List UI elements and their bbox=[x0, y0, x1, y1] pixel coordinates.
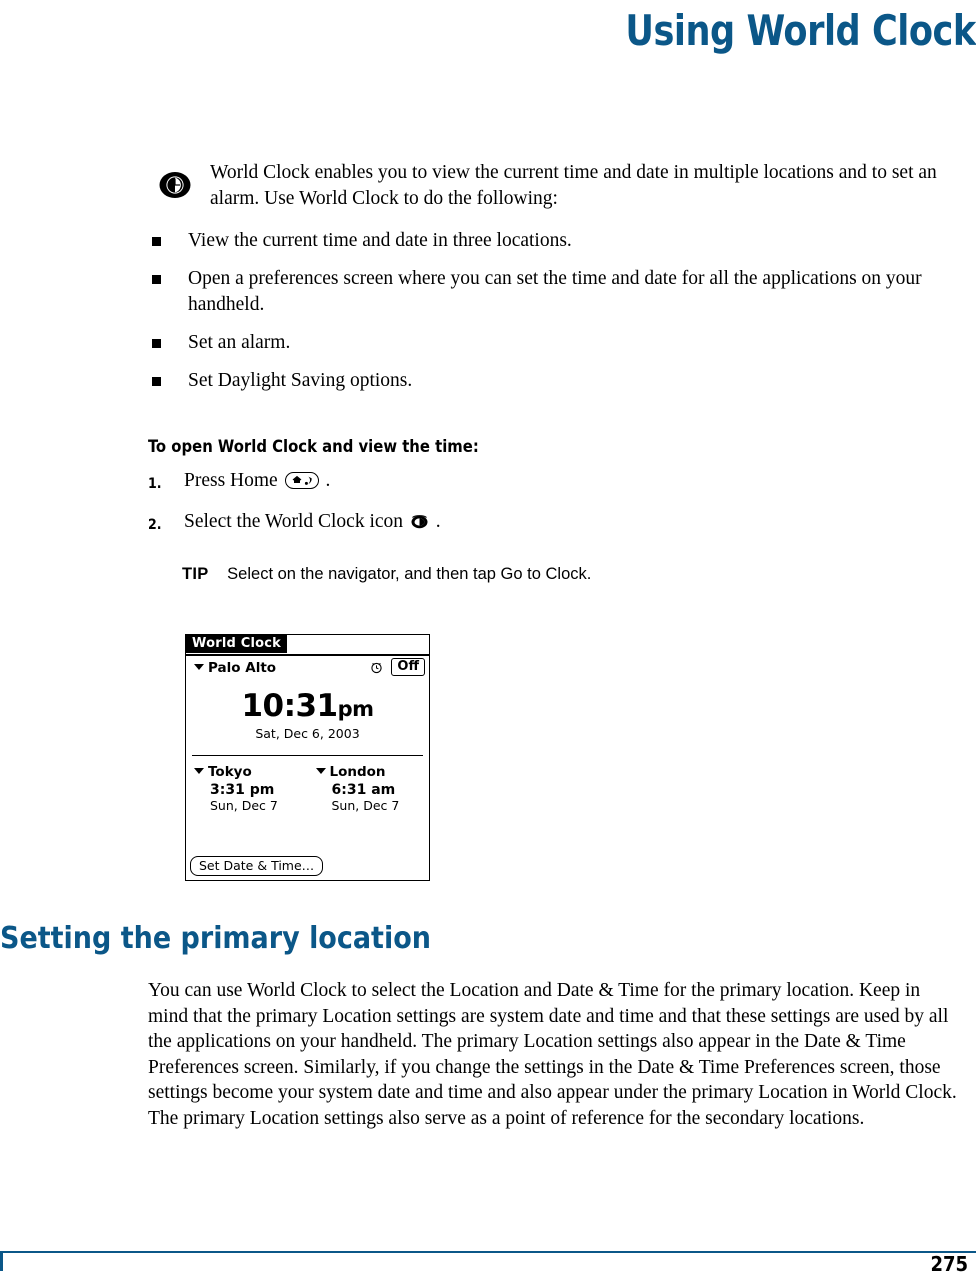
step-number: 1. bbox=[148, 476, 162, 492]
list-item: View the current time and date in three … bbox=[148, 228, 948, 254]
home-key-icon bbox=[284, 471, 319, 497]
tip-text: Select on the navigator, and then tap Go… bbox=[227, 565, 592, 583]
secondary-location-picker[interactable]: London bbox=[315, 764, 430, 780]
primary-location-picker[interactable]: Palo Alto bbox=[194, 660, 276, 676]
list-item: Set Daylight Saving options. bbox=[148, 368, 948, 394]
footer-rule bbox=[0, 1251, 976, 1253]
section-heading: Setting the primary location bbox=[0, 921, 431, 956]
primary-time: 10:31pm bbox=[186, 688, 429, 724]
intro-block: World Clock enables you to view the curr… bbox=[148, 160, 938, 212]
procedure-steps: 1. Press Home . 2. Select the World Cloc… bbox=[148, 468, 948, 550]
secondary-location-1: Tokyo 3:31 pm Sun, Dec 7 bbox=[186, 764, 308, 813]
list-item: Set an alarm. bbox=[148, 330, 948, 356]
list-item: Open a preferences screen where you can … bbox=[148, 266, 948, 318]
intro-text: World Clock enables you to view the curr… bbox=[210, 162, 937, 209]
procedure-heading: To open World Clock and view the time: bbox=[148, 437, 479, 456]
step-text: Press Home bbox=[184, 470, 283, 491]
list-item: 2. Select the World Clock icon . bbox=[148, 509, 948, 538]
list-item-label: Open a preferences screen where you can … bbox=[188, 268, 922, 315]
bullet-square-icon bbox=[152, 339, 161, 348]
secondary-date: Sun, Dec 7 bbox=[210, 798, 278, 813]
section-paragraph: You can use World Clock to select the Lo… bbox=[148, 980, 957, 1129]
alarm-state-label: Off bbox=[397, 659, 419, 674]
primary-date: Sat, Dec 6, 2003 bbox=[255, 726, 360, 741]
world-clock-screenshot: World Clock Palo Alto Off 10:31pm Sat, D… bbox=[185, 634, 430, 881]
secondary-time: 6:31 am bbox=[331, 782, 396, 798]
footer-tick bbox=[0, 1251, 3, 1271]
feature-bullet-list: View the current time and date in three … bbox=[148, 228, 948, 406]
secondary-date: Sun, Dec 7 bbox=[331, 798, 400, 813]
pda-secondary-locations: Tokyo 3:31 pm Sun, Dec 7 London 6:31 am … bbox=[186, 764, 429, 813]
world-clock-globe-icon bbox=[158, 168, 192, 202]
secondary-location-2: London 6:31 am Sun, Dec 7 bbox=[308, 764, 430, 813]
primary-time-ampm: pm bbox=[337, 697, 374, 721]
list-item-label: View the current time and date in three … bbox=[188, 230, 572, 251]
tip-block: TIP Select on the navigator, and then ta… bbox=[182, 565, 591, 584]
chevron-down-icon bbox=[315, 768, 326, 774]
alarm-toggle-button[interactable]: Off bbox=[391, 658, 425, 676]
primary-location-label: Palo Alto bbox=[208, 660, 277, 676]
list-item-label: Set an alarm. bbox=[188, 332, 291, 353]
bullet-square-icon bbox=[152, 237, 161, 246]
list-item-label: Set Daylight Saving options. bbox=[188, 370, 413, 391]
secondary-time: 3:31 pm bbox=[210, 782, 275, 798]
secondary-location-label: London bbox=[329, 764, 386, 780]
chevron-down-icon bbox=[194, 768, 204, 774]
primary-time-value: 10:31 bbox=[241, 688, 338, 724]
pda-app-title: World Clock bbox=[186, 635, 287, 653]
step-text: Select the World Clock icon bbox=[184, 511, 408, 532]
step-number: 2. bbox=[148, 517, 162, 533]
alarm-clock-icon bbox=[370, 660, 383, 678]
step-text-after: . bbox=[435, 511, 441, 532]
chevron-down-icon bbox=[194, 664, 204, 670]
secondary-location-label: Tokyo bbox=[208, 764, 252, 780]
step-text-after: . bbox=[325, 470, 331, 491]
bullet-square-icon bbox=[152, 377, 161, 386]
world-clock-app-icon bbox=[410, 512, 429, 538]
tip-label: TIP bbox=[182, 565, 209, 583]
secondary-location-picker[interactable]: Tokyo bbox=[194, 764, 308, 780]
page-number: 275 bbox=[930, 1252, 968, 1276]
pda-title-bar: World Clock bbox=[186, 635, 429, 656]
bullet-square-icon bbox=[152, 275, 161, 284]
set-date-time-button[interactable]: Set Date & Time… bbox=[190, 856, 324, 876]
list-item: 1. Press Home . bbox=[148, 468, 948, 497]
divider bbox=[192, 755, 423, 756]
page-title: Using World Clock bbox=[625, 6, 976, 55]
pda-primary-location-row: Palo Alto Off bbox=[186, 656, 429, 680]
